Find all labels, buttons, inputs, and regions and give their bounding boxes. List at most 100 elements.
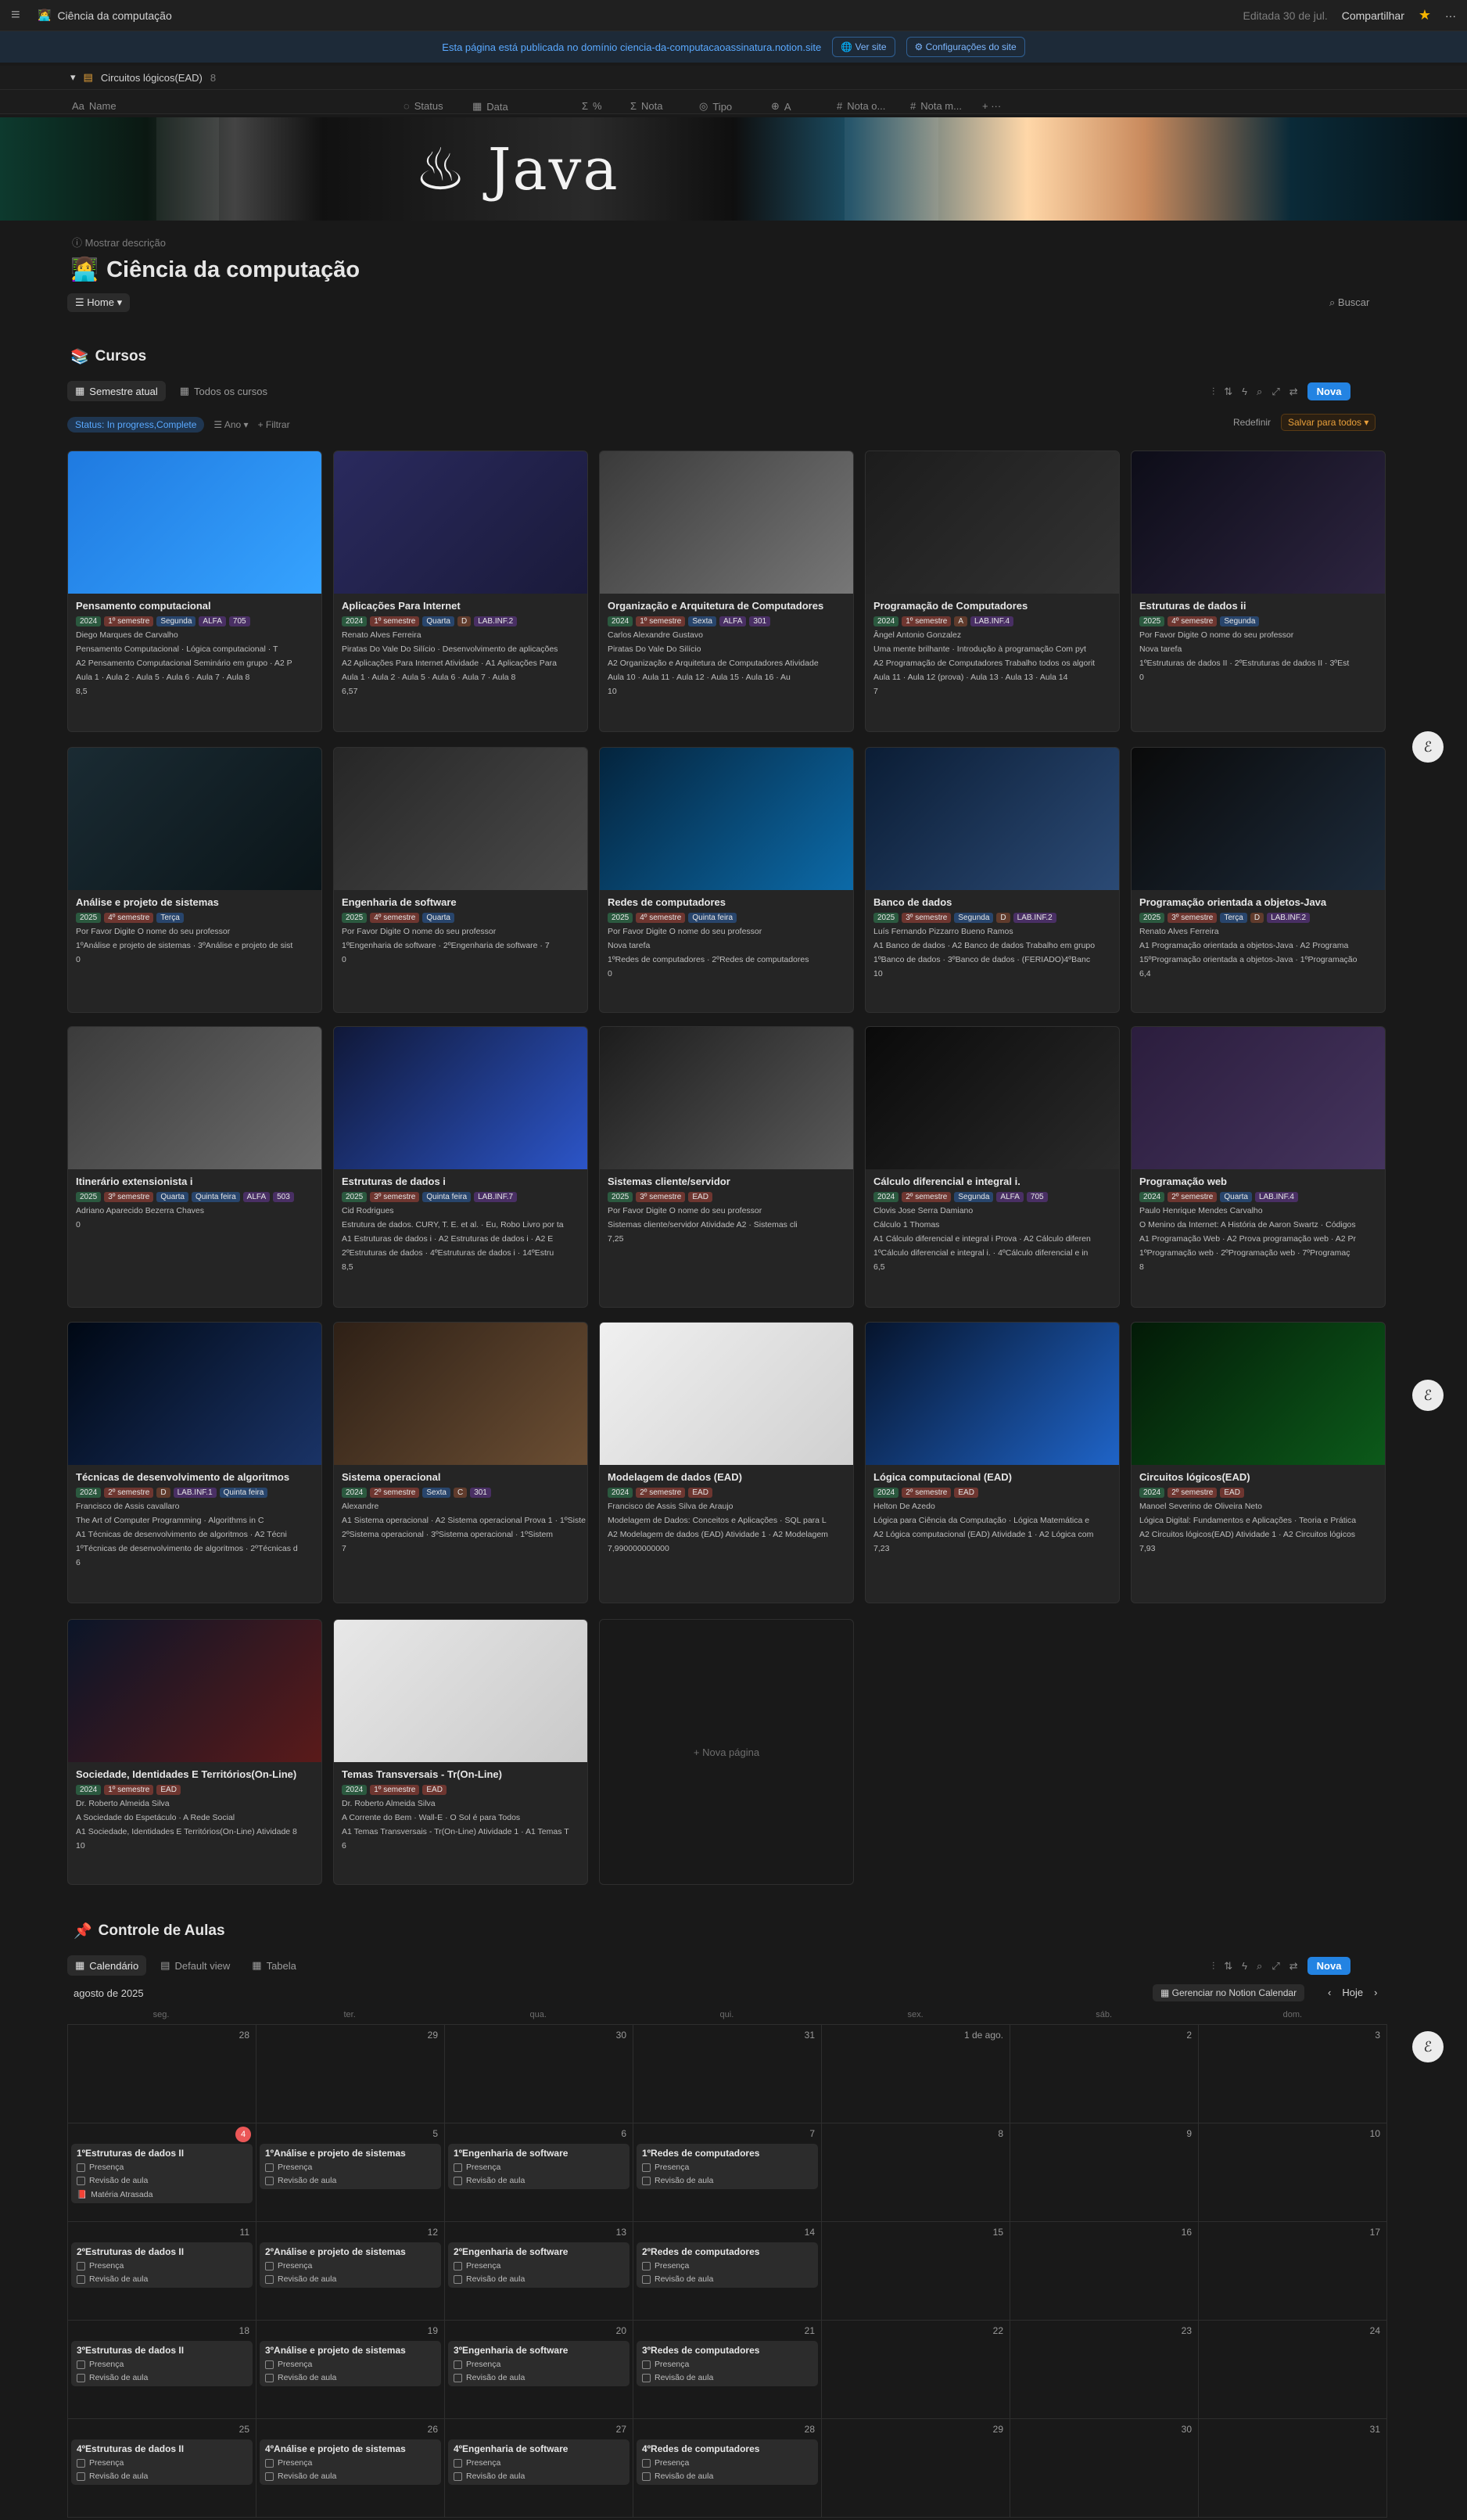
search-icon[interactable]: ⌕: [1257, 1960, 1262, 1973]
col-status[interactable]: ◌ Status: [404, 100, 443, 112]
expand-icon[interactable]: ⤢: [1272, 386, 1279, 398]
course-title[interactable]: Programação de Computadores: [866, 594, 1119, 615]
calendar-day[interactable]: 16: [1010, 2222, 1199, 2321]
add-column-icon[interactable]: + ···: [982, 100, 1001, 112]
automation-icon[interactable]: ϟ: [1242, 386, 1247, 397]
tab-semestre-atual[interactable]: ▦ Semestre atual: [67, 381, 166, 401]
more-options-icon[interactable]: ···: [1445, 9, 1456, 22]
review-checkbox[interactable]: Revisão de aula: [77, 2176, 247, 2185]
show-description[interactable]: ⓘ Mostrar descrição: [72, 235, 166, 249]
calendar-day[interactable]: 9: [1010, 2123, 1199, 2222]
checkbox-icon[interactable]: [454, 2472, 462, 2481]
checkbox-icon[interactable]: [265, 2261, 274, 2271]
course-title[interactable]: Temas Transversais - Tr(On-Line): [334, 1762, 587, 1783]
class-event[interactable]: 3ºAnálise e projeto de sistemas Presença R…: [260, 2341, 441, 2386]
calendar-day[interactable]: 2: [1010, 2025, 1199, 2123]
course-card[interactable]: Sistema operacional 2024 2º semestre Sexta C…: [333, 1322, 588, 1603]
col-tipo[interactable]: ◎ Tipo: [699, 100, 732, 113]
site-settings-button[interactable]: ⚙ Configurações do site: [906, 37, 1025, 57]
add-filter-button[interactable]: + Filtrar: [258, 419, 290, 430]
class-event[interactable]: 1ºRedes de computadores Presença Revisão d…: [637, 2144, 818, 2189]
course-title[interactable]: Pensamento computacional: [68, 594, 321, 615]
presence-checkbox[interactable]: Presença: [77, 2458, 247, 2468]
view-site-button[interactable]: 🌐 Ver site: [832, 37, 895, 57]
calendar-day[interactable]: 21 3ºRedes de computadores Presença Revisão…: [633, 2321, 822, 2419]
checkbox-icon[interactable]: [454, 2261, 462, 2271]
course-title[interactable]: Engenharia de software: [334, 890, 587, 911]
course-title[interactable]: Sistema operacional: [334, 1465, 587, 1486]
calendar-day[interactable]: 23: [1010, 2321, 1199, 2419]
review-checkbox[interactable]: Revisão de aula: [454, 2373, 624, 2382]
calendar-day[interactable]: 8: [822, 2123, 1010, 2222]
checkbox-icon[interactable]: [454, 2176, 462, 2185]
course-title[interactable]: Cálculo diferencial e integral i.: [866, 1169, 1119, 1190]
presence-checkbox[interactable]: Presença: [265, 2163, 436, 2172]
checkbox-icon[interactable]: [265, 2458, 274, 2468]
calendar-day[interactable]: 31: [1199, 2419, 1387, 2518]
checkbox-icon[interactable]: [77, 2373, 85, 2382]
presence-checkbox[interactable]: Presença: [642, 2163, 812, 2172]
review-checkbox[interactable]: Revisão de aula: [265, 2373, 436, 2382]
course-card[interactable]: Aplicações Para Internet 2024 1º semestre Q…: [333, 451, 588, 732]
db-name[interactable]: Circuitos lógicos(EAD): [101, 72, 203, 84]
calendar-day[interactable]: 20 3ºEngenharia de software Presença Revisã…: [445, 2321, 633, 2419]
calendar-day[interactable]: 12 2ºAnálise e projeto de sistemas Presenç…: [256, 2222, 445, 2321]
course-card[interactable]: Programação de Computadores 2024 1º semest…: [865, 451, 1120, 732]
calendar-day[interactable]: 24: [1199, 2321, 1387, 2419]
class-event[interactable]: 2ºRedes de computadores Presença Revisão d…: [637, 2242, 818, 2288]
automation-icon[interactable]: ϟ: [1242, 1960, 1247, 1972]
checkbox-icon[interactable]: [265, 2472, 274, 2481]
course-card[interactable]: Sistemas cliente/servidor 2025 3º semestre…: [599, 1026, 854, 1308]
review-checkbox[interactable]: Revisão de aula: [642, 2472, 812, 2481]
search-icon[interactable]: ⌕: [1257, 386, 1262, 398]
review-checkbox[interactable]: Revisão de aula: [265, 2472, 436, 2481]
calendar-day[interactable]: 29: [822, 2419, 1010, 2518]
sort-icon[interactable]: ⇅: [1224, 386, 1232, 398]
course-title[interactable]: Técnicas de desenvolvimento de algoritmo…: [68, 1465, 321, 1486]
collapse-toggle-icon[interactable]: ▾: [70, 71, 76, 84]
breadcrumb[interactable]: 👩‍💻 Ciência da computação: [38, 9, 172, 22]
presence-checkbox[interactable]: Presença: [77, 2261, 247, 2271]
course-card[interactable]: Circuitos lógicos(EAD) 2024 2º semestre EAD…: [1131, 1322, 1386, 1603]
course-card[interactable]: Cálculo diferencial e integral i. 2024 2º …: [865, 1026, 1120, 1308]
calendar-day[interactable]: 17: [1199, 2222, 1387, 2321]
assistant-float-icon-3[interactable]: ℰ: [1412, 2031, 1444, 2062]
calendar-day[interactable]: 30: [445, 2025, 633, 2123]
checkbox-icon[interactable]: [77, 2176, 85, 2185]
course-card[interactable]: Programação web 2024 2º semestre Quarta LAB.…: [1131, 1026, 1386, 1308]
review-checkbox[interactable]: Revisão de aula: [454, 2176, 624, 2185]
course-card[interactable]: Banco de dados 2025 3º semestre Segunda D LAB…: [865, 747, 1120, 1013]
class-event[interactable]: 4ºEstruturas de dados II Presença Revisão …: [71, 2439, 253, 2485]
presence-checkbox[interactable]: Presença: [642, 2458, 812, 2468]
course-card[interactable]: Estruturas de dados i 2025 3º semestre Quin…: [333, 1026, 588, 1308]
class-event[interactable]: 1ºAnálise e projeto de sistemas Presença R…: [260, 2144, 441, 2189]
new-page-card[interactable]: + Nova página: [599, 1619, 854, 1885]
calendar-day[interactable]: 25 4ºEstruturas de dados II Presença Revisã…: [68, 2419, 256, 2518]
review-checkbox[interactable]: Revisão de aula: [642, 2274, 812, 2284]
calendar-day[interactable]: 22: [822, 2321, 1010, 2419]
course-card[interactable]: Redes de computadores 2025 4º semestre Quin…: [599, 747, 854, 1013]
calendar-day[interactable]: 29: [256, 2025, 445, 2123]
calendar-day[interactable]: 3: [1199, 2025, 1387, 2123]
course-title[interactable]: Aplicações Para Internet: [334, 594, 587, 615]
presence-checkbox[interactable]: Presença: [454, 2163, 624, 2172]
calendar-day[interactable]: 18 3ºEstruturas de dados II Presença Revisã…: [68, 2321, 256, 2419]
course-title[interactable]: Circuitos lógicos(EAD): [1132, 1465, 1385, 1486]
col-percent[interactable]: Σ %: [582, 100, 602, 112]
review-checkbox[interactable]: Revisão de aula: [77, 2274, 247, 2284]
checkbox-icon[interactable]: [77, 2261, 85, 2271]
course-card[interactable]: Temas Transversais - Tr(On-Line) 2024 1º s…: [333, 1619, 588, 1885]
calendar-day[interactable]: 31: [633, 2025, 822, 2123]
checkbox-icon[interactable]: [265, 2163, 274, 2172]
course-title[interactable]: Estruturas de dados i: [334, 1169, 587, 1190]
course-card[interactable]: Sociedade, Identidades E Territórios(On-…: [67, 1619, 322, 1885]
ano-filter[interactable]: ☰ Ano ▾: [213, 419, 248, 430]
class-event[interactable]: 1ºEstruturas de dados II Presença Revisão …: [71, 2144, 253, 2203]
checkbox-icon[interactable]: [454, 2274, 462, 2284]
class-event[interactable]: 3ºEstruturas de dados II Presença Revisão …: [71, 2341, 253, 2386]
presence-checkbox[interactable]: Presença: [77, 2360, 247, 2369]
col-data[interactable]: ▦ Data: [472, 100, 508, 113]
class-event[interactable]: 2ºAnálise e projeto de sistemas Presença R…: [260, 2242, 441, 2288]
new-button[interactable]: Nova: [1307, 1957, 1351, 1975]
share-button[interactable]: Compartilhar: [1342, 9, 1404, 22]
